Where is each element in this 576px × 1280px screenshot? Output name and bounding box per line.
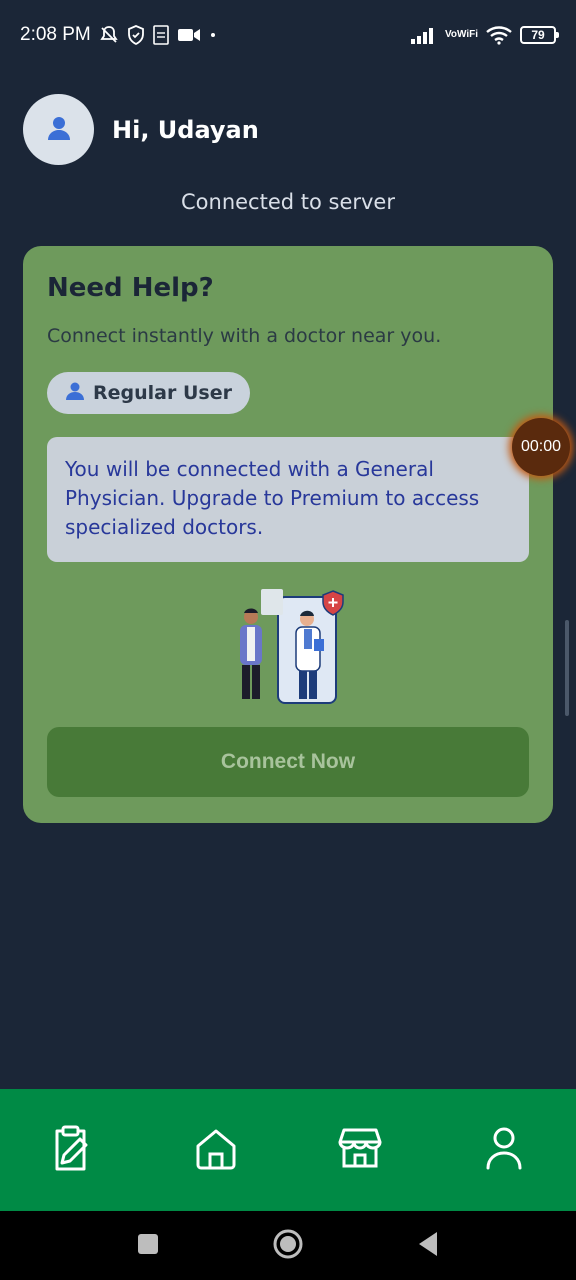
vowifi-label-top: Vo <box>444 29 457 40</box>
profile-icon <box>484 1126 524 1174</box>
help-card: Need Help? Connect instantly with a doct… <box>23 246 553 823</box>
battery-icon: 79 <box>520 26 559 44</box>
wifi-icon <box>486 25 512 45</box>
square-icon <box>137 1233 159 1259</box>
info-box: You will be connected with a General Phy… <box>47 437 529 562</box>
video-icon <box>177 27 201 43</box>
nav-item-records[interactable] <box>42 1120 102 1180</box>
recents-button[interactable] <box>128 1226 168 1266</box>
greeting-header: Hi, Udayan <box>23 94 259 165</box>
call-timer-bubble[interactable]: 00:00 <box>512 418 570 476</box>
greeting-text: Hi, Udayan <box>112 115 259 144</box>
status-bar: 2:08 PM Vo WiFi 79 <box>0 0 576 70</box>
clipboard-edit-icon <box>52 1125 92 1175</box>
nav-item-profile[interactable] <box>474 1120 534 1180</box>
app-screen: 2:08 PM Vo WiFi 79 Hi, Udayan Connected … <box>0 0 576 1280</box>
user-type-chip: Regular User <box>47 372 250 414</box>
home-icon <box>194 1126 238 1174</box>
system-nav-bar <box>0 1211 576 1280</box>
connection-status: Connected to server <box>181 190 395 214</box>
scrollbar[interactable] <box>565 620 569 716</box>
user-type-label: Regular User <box>93 382 232 404</box>
call-timer: 00:00 <box>520 438 562 455</box>
status-left: 2:08 PM <box>20 24 217 46</box>
mute-icon <box>99 25 119 45</box>
nav-item-home[interactable] <box>186 1120 246 1180</box>
vowifi-icon: Vo WiFi <box>445 30 478 40</box>
status-time: 2:08 PM <box>20 24 91 45</box>
store-icon <box>338 1126 382 1174</box>
user-icon <box>65 381 85 406</box>
nav-item-store[interactable] <box>330 1120 390 1180</box>
home-button[interactable] <box>268 1226 308 1266</box>
signal-icon <box>410 26 437 44</box>
circle-icon <box>272 1228 304 1264</box>
vowifi-label-bottom: WiFi <box>456 29 478 40</box>
bottom-nav <box>0 1089 576 1211</box>
pdf-icon <box>152 25 169 45</box>
user-icon <box>45 114 73 146</box>
avatar[interactable] <box>23 94 94 165</box>
shield-icon <box>127 25 145 45</box>
info-text: You will be connected with a General Phy… <box>65 457 480 539</box>
back-button[interactable] <box>408 1226 448 1266</box>
connect-now-button[interactable]: Connect Now <box>47 727 529 797</box>
doctor-consultation-illustration <box>47 589 529 704</box>
back-triangle-icon <box>417 1231 439 1261</box>
help-subtitle: Connect instantly with a doctor near you… <box>47 325 442 347</box>
status-right: Vo WiFi 79 <box>410 25 559 45</box>
battery-level: 79 <box>531 28 545 42</box>
dot-icon <box>209 31 217 39</box>
help-title: Need Help? <box>47 273 214 303</box>
